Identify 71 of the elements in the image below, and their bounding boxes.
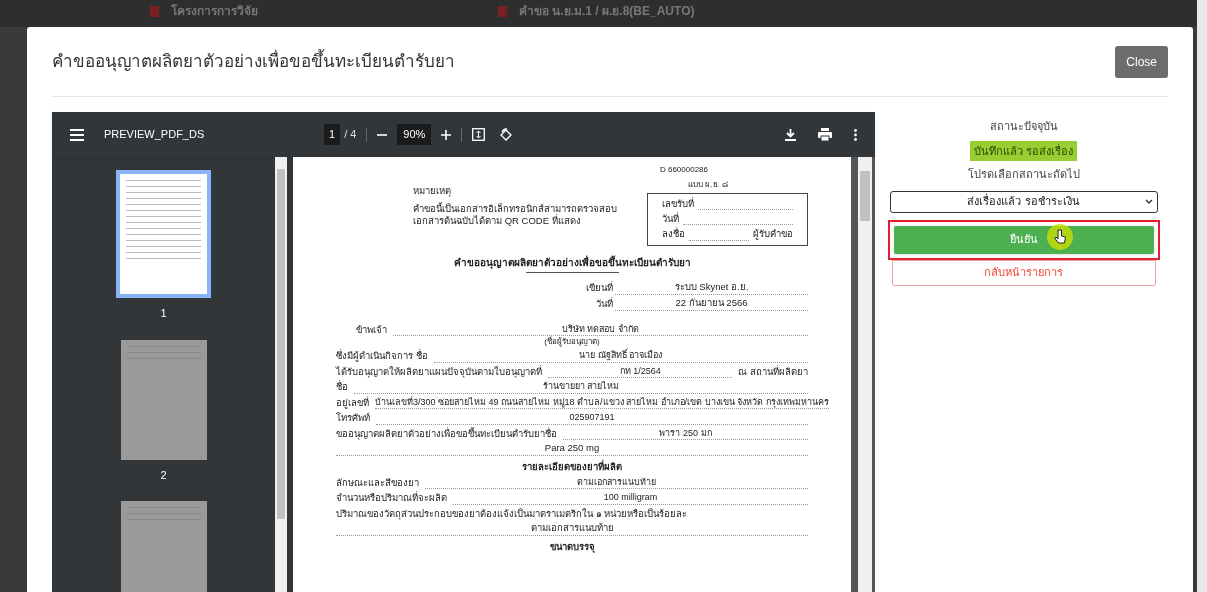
page-number: 1 bbox=[160, 306, 167, 321]
more-options-icon[interactable] bbox=[854, 128, 857, 141]
field-value: Para 250 mg bbox=[336, 442, 808, 456]
page-total: / 4 bbox=[344, 127, 357, 143]
field-value: ตามเอกสารแนบท้าย bbox=[336, 522, 808, 536]
field-value: ระบบ Skynet อ.ย. bbox=[615, 281, 808, 295]
page-thumbnail[interactable] bbox=[116, 170, 211, 298]
field-value: บริษัท ทดสอบ จำกัด bbox=[393, 323, 808, 337]
menu-icon[interactable] bbox=[70, 128, 84, 141]
document-code: D 660000286 bbox=[659, 165, 708, 176]
scrollbar[interactable] bbox=[858, 157, 872, 592]
back-button[interactable]: กลับหน้ารายการ bbox=[891, 259, 1156, 286]
next-status-select[interactable]: ส่งเรื่องแล้ว รอชำระเงิน bbox=[889, 190, 1158, 213]
field-label: เขียนที่ bbox=[585, 282, 614, 295]
background-tab-label: คำขอ น.ย.ม.1 / ผ.ย.8(BE_AUTO) bbox=[519, 3, 695, 20]
modal-title: คำขออนุญาตผลิตยาตัวอย่างเพื่อขอขึ้นทะเบียนตำรับยา bbox=[52, 48, 455, 74]
field-value: 22 กันยายน 2566 bbox=[615, 297, 808, 311]
field-label: ชื่อ bbox=[336, 381, 349, 394]
zoom-field[interactable]: 90% bbox=[397, 124, 432, 145]
field-value: ตามเอกสารแนบท้าย bbox=[425, 476, 808, 490]
field-label: โทรศัพท์ bbox=[336, 412, 371, 425]
chevron-down-icon bbox=[1144, 199, 1153, 204]
field-value: 025907191 bbox=[376, 412, 808, 425]
page-thumbnail[interactable] bbox=[120, 501, 207, 592]
rotate-icon[interactable] bbox=[499, 127, 514, 142]
field-caption: (ชื่อผู้รับอนุญาต) bbox=[544, 336, 600, 348]
hand-cursor-icon bbox=[1046, 223, 1074, 251]
field-label: จำนวนหรือปริมาณที่จะผลิต bbox=[336, 492, 448, 505]
field-label: ข้าพเจ้า bbox=[356, 323, 388, 337]
field-label: วันที่ bbox=[595, 298, 614, 311]
note-text: คำขอนี้เป็นเอกสารอิเล็กทรอนิกส์สามารถตรวจสอบ bbox=[413, 203, 618, 215]
field-value: ร้านขายยา สายไหม bbox=[354, 381, 808, 394]
page-thumbnail[interactable] bbox=[120, 339, 207, 460]
note-text: เอกสารต้นฉบับได้ตาม QR CODE ที่แสดง bbox=[413, 215, 582, 228]
file-name: PREVIEW_PDF_DS bbox=[104, 127, 206, 143]
field-label: ณ สถานที่ผลิตยา bbox=[737, 365, 808, 379]
receipt-label: เลขรับที่ bbox=[661, 197, 694, 211]
document-text: ปริมาณของวัตถุส่วนประกอบของยาต้องแจ้งเป็นมาตราเมตริกใน ๑ หน่วยหรือเป็นร้อยละ bbox=[336, 507, 688, 521]
note-title: หมายเหตุ bbox=[413, 184, 452, 198]
field-label: ได้รับอนุญาตให้ผลิตยาแผนปัจจุบันตามใบอนุญาตที่ bbox=[336, 365, 543, 379]
field-value: พารา 250 มก bbox=[563, 427, 808, 441]
background-tab-label: โครงการการวิจัย bbox=[171, 3, 258, 20]
current-status-badge: บันทึกแล้ว รอส่งเรื่อง bbox=[969, 140, 1078, 161]
zoom-in-icon[interactable] bbox=[441, 129, 452, 140]
field-label: ลักษณะและสีของยา bbox=[336, 476, 420, 490]
field-value: กท 1/2564 bbox=[548, 365, 733, 379]
field-value: บ้านเลขที่3/300 ซอยสายไหม 49 ถนนสายไหม หมู่18 ตำบล/แขวง สายไหม อำเภอ/เขต บางเขน จังหวัด กรุงเทพมหานคร bbox=[375, 396, 829, 410]
receipt-label: ผู้รับคำขอ bbox=[753, 228, 793, 241]
print-icon[interactable] bbox=[818, 128, 832, 141]
field-value: 100 milligram bbox=[453, 492, 808, 505]
zoom-out-icon[interactable] bbox=[377, 133, 388, 136]
section-heading: รายละเอียดของยาที่ผลิต bbox=[522, 461, 622, 474]
field-label: ซึ่งมีผู้ดำเนินกิจการ ชื่อ bbox=[336, 350, 429, 363]
page-number-field[interactable]: 1 bbox=[324, 124, 341, 145]
download-icon[interactable] bbox=[785, 128, 796, 141]
receipt-label: วันที่ bbox=[661, 213, 679, 226]
close-button[interactable]: Close bbox=[1115, 45, 1168, 78]
document-heading: คำขออนุญาตผลิตยาตัวอย่างเพื่อขอขึ้นทะเบียนตำรับยา bbox=[453, 255, 691, 271]
page-number: 2 bbox=[160, 467, 167, 483]
scrollbar[interactable] bbox=[275, 157, 287, 592]
field-label: ขออนุญาตผลิตยาตัวอย่างเพื่อขอขึ้นทะเบียนตำรับยาชื่อ bbox=[336, 427, 558, 441]
next-status-label: โปรดเลือกสถานะถัดไป bbox=[967, 167, 1080, 182]
field-label: อยู่เลขที่ bbox=[336, 396, 370, 410]
field-value: นาย ณัฐสิทธิ์ อาจเมือง bbox=[433, 350, 808, 363]
section-heading: ขนาดบรรจุ bbox=[549, 541, 595, 554]
document-icon bbox=[150, 5, 159, 17]
current-status-label: สถานะปัจจุบัน bbox=[989, 119, 1058, 135]
receipt-label: ลงชื่อ bbox=[661, 228, 685, 241]
document-icon bbox=[498, 5, 507, 17]
fit-page-icon[interactable] bbox=[472, 128, 486, 141]
form-number: แบบ ผ.ย. ๘ bbox=[688, 180, 728, 191]
